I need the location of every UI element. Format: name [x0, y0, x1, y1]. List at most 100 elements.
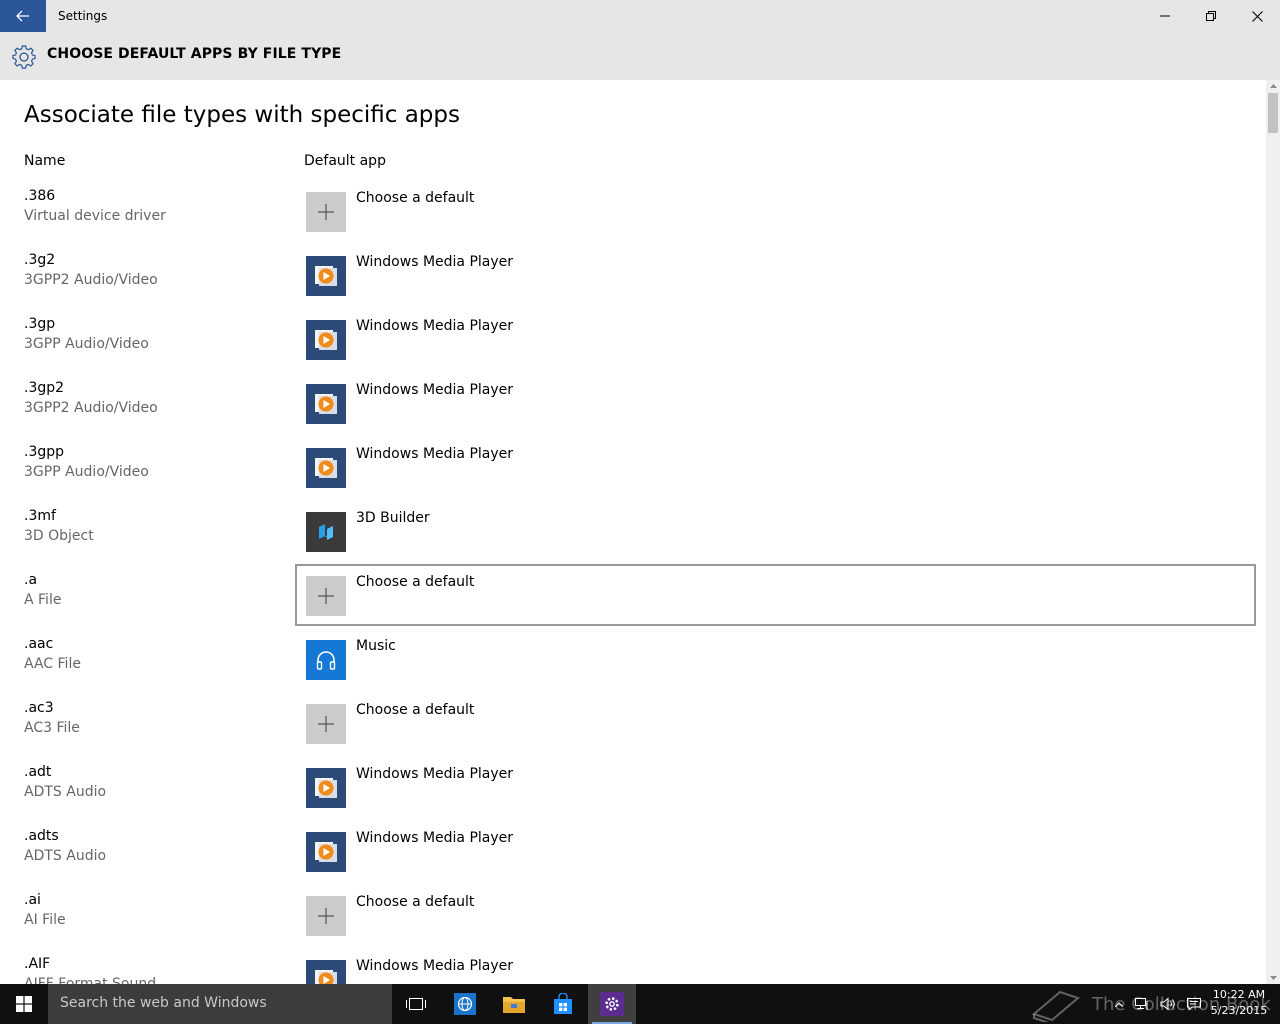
scroll-down-button[interactable]: [1266, 972, 1280, 984]
file-type-description: 3GPP Audio/Video: [24, 464, 149, 480]
minimize-button[interactable]: [1142, 0, 1188, 32]
volume-button[interactable]: [1156, 984, 1180, 1024]
search-box[interactable]: Search the web and Windows: [48, 984, 392, 1024]
file-type-row: .3gp2 3GPP2 Audio/Video Windows Media Play…: [0, 380, 1266, 444]
file-type-row: .adts ADTS Audio Windows Media Player: [0, 828, 1266, 892]
windows-logo-icon: [16, 996, 32, 1012]
file-type-row: .ac3 AC3 File Choose a default: [0, 700, 1266, 764]
back-button[interactable]: [0, 0, 46, 32]
windows-media-player-icon: [306, 256, 346, 296]
file-type-description: 3GPP Audio/Video: [24, 336, 149, 352]
file-extension: .aac: [24, 636, 54, 652]
clock[interactable]: 10:22 AM 5/23/2015: [1206, 987, 1272, 1019]
chevron-up-icon: [1269, 84, 1277, 88]
default-app-name: Choose a default: [356, 190, 475, 206]
default-app-button[interactable]: Choose a default: [295, 180, 1256, 242]
windows-media-player-icon: [306, 960, 346, 984]
file-type-description: ADTS Audio: [24, 848, 107, 864]
minimize-icon: [1160, 15, 1170, 17]
file-type-row: .3mf 3D Object 3D Builder: [0, 508, 1266, 572]
notification-icon: [1187, 998, 1201, 1011]
gear-icon: [12, 45, 36, 69]
file-extension: .AIF: [24, 956, 51, 972]
file-type-row: .386 Virtual device driver Choose a defaul…: [0, 188, 1266, 252]
clock-time: 10:22 AM: [1212, 988, 1266, 1001]
task-view-button[interactable]: [392, 984, 440, 1024]
default-app-button[interactable]: Choose a default: [295, 692, 1256, 754]
scroll-thumb[interactable]: [1268, 93, 1278, 133]
default-app-name: Choose a default: [356, 894, 475, 910]
plus-icon: [306, 576, 346, 616]
file-type-row: .3gpp 3GPP Audio/Video Windows Media Playe…: [0, 444, 1266, 508]
back-arrow-icon: [16, 10, 29, 22]
file-type-description: AAC File: [24, 656, 81, 672]
start-button[interactable]: [0, 984, 48, 1024]
file-type-row: .3gp 3GPP Audio/Video Windows Media Player: [0, 316, 1266, 380]
task-view-icon: [406, 998, 426, 1010]
file-type-row: .AIF AIFF Format Sound Windows Media Playe…: [0, 956, 1266, 984]
search-placeholder: Search the web and Windows: [60, 995, 267, 1011]
default-app-name: Windows Media Player: [356, 830, 514, 846]
plus-icon: [306, 704, 346, 744]
show-hidden-icons[interactable]: [1110, 984, 1128, 1024]
windows-media-player-icon: [306, 832, 346, 872]
file-extension: .ai: [24, 892, 41, 908]
default-app-button[interactable]: Windows Media Player: [295, 308, 1256, 370]
file-type-row: .aac AAC File Music: [0, 636, 1266, 700]
file-type-description: AI File: [24, 912, 66, 928]
default-app-name: Choose a default: [356, 702, 475, 718]
file-extension: .3gp2: [24, 380, 65, 396]
default-app-button[interactable]: Choose a default: [295, 564, 1256, 626]
default-app-button[interactable]: Windows Media Player: [295, 948, 1256, 984]
column-header-default-app: Default app: [304, 153, 386, 169]
file-type-row: .adt ADTS Audio Windows Media Player: [0, 764, 1266, 828]
taskbar-file-explorer[interactable]: [490, 984, 538, 1024]
file-type-row: .3g2 3GPP2 Audio/Video Windows Media Playe…: [0, 252, 1266, 316]
default-app-button[interactable]: Windows Media Player: [295, 820, 1256, 882]
default-app-button[interactable]: Windows Media Player: [295, 756, 1256, 818]
default-app-name: Windows Media Player: [356, 382, 514, 398]
windows-media-player-icon: [306, 448, 346, 488]
file-type-description: AC3 File: [24, 720, 80, 736]
taskbar-edge[interactable]: [441, 984, 489, 1024]
file-extension: .3g2: [24, 252, 56, 268]
speaker-icon: [1160, 997, 1175, 1011]
taskbar-store[interactable]: [539, 984, 587, 1024]
default-app-button[interactable]: Choose a default: [295, 884, 1256, 946]
default-app-name: 3D Builder: [356, 510, 430, 526]
default-app-button[interactable]: Windows Media Player: [295, 244, 1256, 306]
close-button[interactable]: [1234, 0, 1280, 32]
default-app-name: Windows Media Player: [356, 446, 514, 462]
default-app-button[interactable]: Windows Media Player: [295, 436, 1256, 498]
chevron-up-icon: [1115, 1001, 1123, 1007]
windows-media-player-icon: [306, 320, 346, 360]
plus-icon: [306, 896, 346, 936]
book-icon: [1031, 990, 1081, 1022]
file-extension: .adt: [24, 764, 52, 780]
default-app-name: Windows Media Player: [356, 958, 514, 974]
network-button[interactable]: [1130, 984, 1154, 1024]
file-type-description: AIFF Format Sound: [24, 976, 157, 984]
file-extension: .3gp: [24, 316, 56, 332]
window-title: Settings: [58, 9, 108, 23]
default-app-button[interactable]: Windows Media Player: [295, 372, 1256, 434]
3d-builder-icon: [306, 512, 346, 552]
music-headphones-icon: [306, 640, 346, 680]
section-heading: Associate file types with specific apps: [24, 102, 460, 128]
windows-media-player-icon: [306, 384, 346, 424]
restore-icon: [1206, 11, 1216, 21]
file-type-description: Virtual device driver: [24, 208, 166, 224]
file-extension: .adts: [24, 828, 59, 844]
vertical-scrollbar[interactable]: [1266, 80, 1280, 984]
taskbar-settings[interactable]: [588, 984, 636, 1024]
action-center-button[interactable]: [1182, 984, 1206, 1024]
scroll-up-button[interactable]: [1266, 80, 1280, 92]
default-app-name: Windows Media Player: [356, 318, 514, 334]
chevron-down-icon: [1269, 976, 1277, 980]
default-app-button[interactable]: Music: [295, 628, 1256, 690]
default-app-button[interactable]: 3D Builder: [295, 500, 1256, 562]
restore-button[interactable]: [1188, 0, 1234, 32]
content-area: Associate file types with specific apps …: [0, 80, 1280, 984]
store-bag-icon: [554, 993, 572, 1014]
column-header-name: Name: [24, 153, 66, 169]
